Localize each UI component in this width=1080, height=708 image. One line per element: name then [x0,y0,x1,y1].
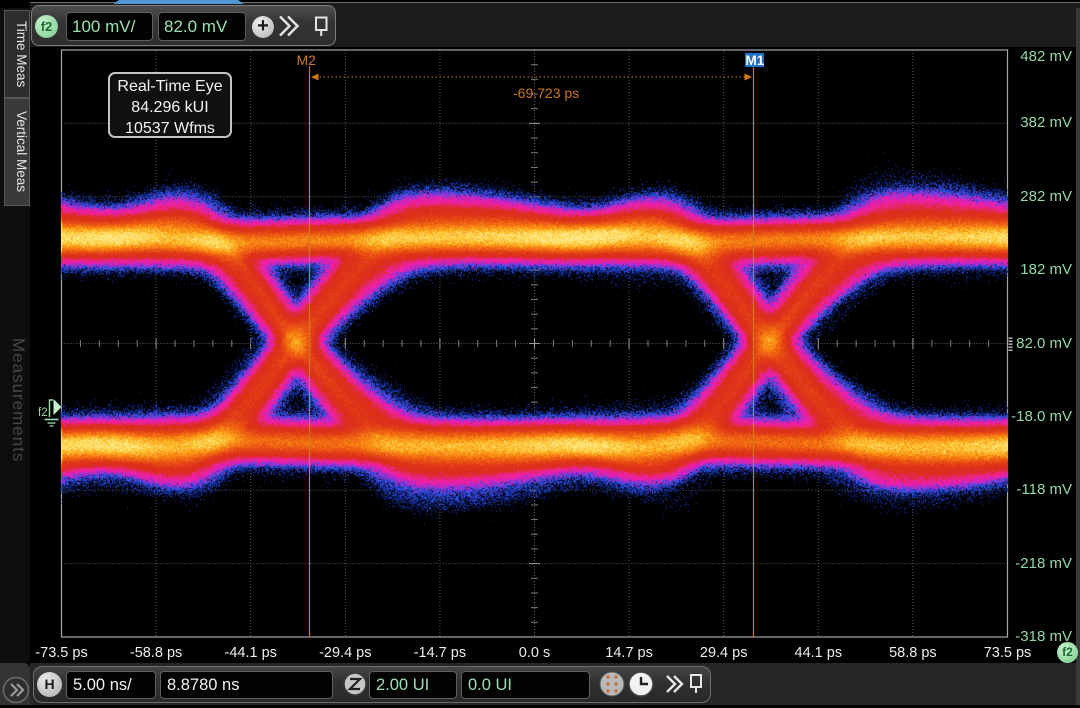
svg-text:M1: M1 [746,53,765,68]
svg-text:-69.723 ps: -69.723 ps [513,85,579,101]
svg-text:f2: f2 [38,407,48,419]
svg-text:M2: M2 [297,52,317,68]
